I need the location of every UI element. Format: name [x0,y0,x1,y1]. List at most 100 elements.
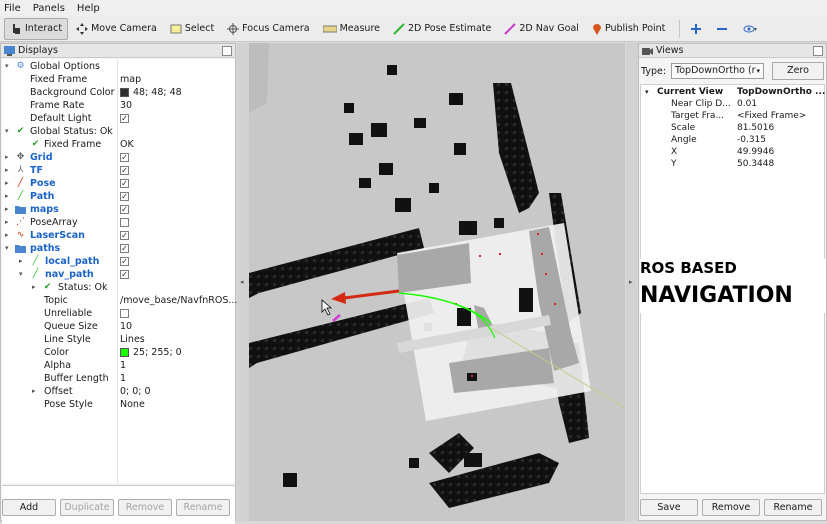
expand-arrow-icon[interactable]: ▸ [5,216,9,229]
tree-row-topic[interactable]: Topic /move_base/NavfnROS... [2,294,237,307]
row-value[interactable]: /move_base/NavfnROS... [120,294,237,307]
tree-row-background-color[interactable]: Background Color 48; 48; 48 [2,86,235,99]
tree-row-path[interactable]: ▸ ╱ Path ✓ [2,190,235,203]
add-tool-button[interactable] [686,18,709,40]
checkbox[interactable]: ✓ [120,257,129,266]
collapse-arrow-icon[interactable]: ▾ [19,268,23,281]
tool-measure[interactable]: Measure [318,18,385,40]
left-splitter[interactable]: ◂ [237,43,249,521]
menu-file[interactable]: File [4,3,21,14]
undock-button[interactable] [813,46,823,56]
view-prop-row[interactable]: Angle -0.315 [641,134,826,146]
tool-properties-button[interactable] [738,18,765,40]
tree-row-paths[interactable]: ▾ paths ✓ [2,242,235,255]
add-button[interactable]: Add [2,499,56,516]
view-prop-value[interactable]: 50.3448 [737,158,774,170]
tree-row-local-path[interactable]: ▸ ╱ local_path ✓ [2,255,235,268]
remove-view-button[interactable]: Remove [702,499,760,516]
checkbox[interactable]: ✓ [120,270,129,279]
save-view-button[interactable]: Save [640,499,698,516]
tree-row-nav-path[interactable]: ▾ ╱ nav_path ✓ [2,268,235,281]
expand-arrow-icon[interactable]: ▸ [5,229,9,242]
column-divider[interactable] [117,59,118,483]
checkbox[interactable] [120,309,129,318]
duplicate-button[interactable]: Duplicate [60,499,114,516]
tool-move-camera[interactable]: Move Camera [71,18,162,40]
tool-interact[interactable]: Interact [4,17,69,40]
checkbox[interactable]: ✓ [120,153,129,162]
collapse-right-icon[interactable]: ▸ [629,278,633,286]
color-swatch[interactable] [120,348,129,357]
menu-help[interactable]: Help [77,3,100,14]
render-viewport[interactable] [249,43,625,521]
view-prop-value[interactable]: 0.01 [737,98,757,110]
checkbox[interactable]: ✓ [120,114,129,123]
checkbox[interactable]: ✓ [120,231,129,240]
expand-arrow-icon[interactable]: ▸ [5,190,9,203]
tool-2d-pose-estimate[interactable]: 2D Pose Estimate [388,18,496,40]
tree-row-fixed-frame[interactable]: Fixed Frame map [2,73,235,86]
row-value[interactable]: 1 [120,359,126,372]
expand-arrow-icon[interactable]: ▸ [5,164,9,177]
tool-2d-nav-goal[interactable]: 2D Nav Goal [499,18,584,40]
row-value[interactable]: 10 [120,320,132,333]
expand-arrow-icon[interactable]: ▸ [5,151,9,164]
row-value[interactable]: None [120,398,145,411]
tree-row-default-light[interactable]: Default Light ✓ [2,112,235,125]
undock-button[interactable] [222,46,232,56]
tool-select[interactable]: Select [165,18,219,40]
collapse-arrow-icon[interactable]: ▾ [5,242,9,255]
right-splitter[interactable]: ▸ [626,43,638,521]
tree-row-global-status[interactable]: ▾ ✔ Global Status: Ok [2,125,235,138]
collapse-left-icon[interactable]: ◂ [240,278,244,286]
view-prop-row[interactable]: Scale 81.5016 [641,122,826,134]
zero-button[interactable]: Zero [772,62,824,80]
view-prop-row[interactable]: X 49.9946 [641,146,826,158]
tree-row-maps[interactable]: ▸ maps ✓ [2,203,235,216]
expand-arrow-icon[interactable]: ▸ [19,255,23,268]
tree-row-grid[interactable]: ▸ ✥ Grid ✓ [2,151,235,164]
tree-row-buffer-length[interactable]: Buffer Length 1 [2,372,235,385]
tree-row-frame-rate[interactable]: Frame Rate 30 [2,99,235,112]
tree-row-line-style[interactable]: Line Style Lines [2,333,235,346]
row-value[interactable]: map [120,73,141,86]
checkbox[interactable]: ✓ [120,166,129,175]
view-prop-row[interactable]: Near Clip D... 0.01 [641,98,826,110]
menu-panels[interactable]: Panels [33,3,65,14]
expand-arrow-icon[interactable]: ▸ [5,203,9,216]
row-value[interactable]: 25; 255; 0 [133,346,182,359]
row-value[interactable]: 30 [120,99,132,112]
tree-row-posearray[interactable]: ▸ ⋰ PoseArray [2,216,235,229]
view-prop-row[interactable]: Y 50.3448 [641,158,826,170]
view-prop-value[interactable]: <Fixed Frame> [737,110,806,122]
tree-row-tf[interactable]: ▸ ⅄ TF ✓ [2,164,235,177]
collapse-arrow-icon[interactable]: ▾ [645,86,649,98]
current-view-row[interactable]: ▾ Current View TopDownOrtho ... [641,86,826,98]
remove-tool-button[interactable] [712,18,735,40]
tree-row-pose[interactable]: ▸ ╱ Pose ✓ [2,177,235,190]
checkbox[interactable] [120,218,129,227]
tree-row-fixed-frame-status[interactable]: ✔ Fixed Frame OK [2,138,235,151]
tree-row-laserscan[interactable]: ▸ ∿ LaserScan ✓ [2,229,235,242]
checkbox[interactable]: ✓ [120,205,129,214]
tool-focus-camera[interactable]: Focus Camera [222,18,314,40]
collapse-arrow-icon[interactable]: ▾ [5,125,9,138]
tool-publish-point[interactable]: Publish Point [587,18,670,40]
checkbox[interactable]: ✓ [120,192,129,201]
color-swatch[interactable] [120,88,129,97]
row-value[interactable]: 48; 48; 48 [133,86,182,99]
checkbox[interactable]: ✓ [120,244,129,253]
tree-row-unreliable[interactable]: Unreliable [2,307,235,320]
tree-row-color[interactable]: Color 25; 255; 0 [2,346,235,359]
row-value[interactable]: Lines [120,333,145,346]
view-prop-value[interactable]: 81.5016 [737,122,774,134]
expand-arrow-icon[interactable]: ▸ [5,177,9,190]
rename-button[interactable]: Rename [176,499,230,516]
remove-button[interactable]: Remove [118,499,172,516]
view-prop-value[interactable]: -0.315 [737,134,766,146]
tree-row-offset[interactable]: ▸ Offset 0; 0; 0 [2,385,235,398]
row-value[interactable]: 1 [120,372,126,385]
expand-arrow-icon[interactable]: ▸ [32,281,36,294]
row-value[interactable]: 0; 0; 0 [120,385,151,398]
checkbox[interactable]: ✓ [120,179,129,188]
